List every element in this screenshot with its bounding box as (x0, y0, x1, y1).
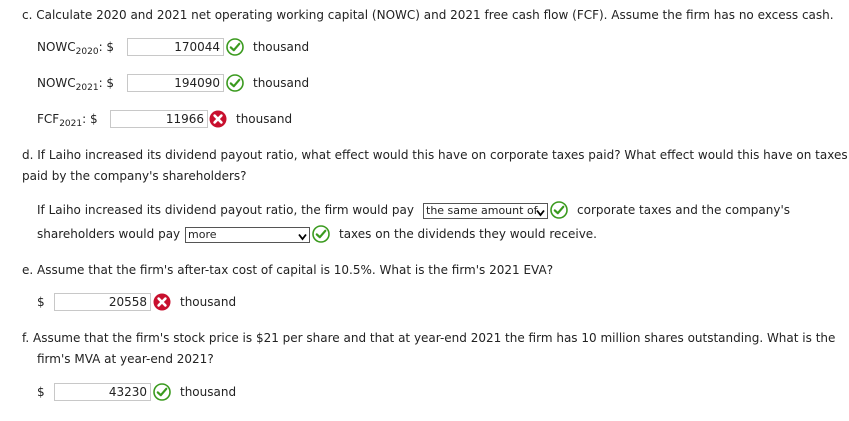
nowc-2020-input[interactable]: 170044 (127, 38, 224, 56)
chevron-down-icon (298, 231, 307, 245)
part-d-question: d. If Laiho increased its dividend payou… (22, 148, 848, 183)
part-f-question: f. Assume that the firm's stock price is… (22, 331, 836, 366)
nowc-2021-label: NOWC2021: $ (37, 76, 115, 93)
check-circle-icon (312, 225, 330, 243)
part-d-sentence-1: If Laiho increased its dividend payout r… (37, 203, 414, 217)
part-d-sentence-1-end: corporate taxes and the company's (577, 203, 791, 217)
part-d-sentence-2: shareholders would pay (37, 227, 181, 241)
eva-currency: $ (37, 295, 45, 309)
eva-unit: thousand (180, 295, 237, 309)
shareholder-taxes-select[interactable]: more (185, 227, 310, 243)
fcf-2021-label: FCF2021: $ (37, 112, 98, 129)
nowc-2021-unit: thousand (253, 76, 310, 90)
nowc-2021-input[interactable]: 194090 (127, 74, 224, 92)
chevron-down-icon (536, 207, 545, 221)
x-circle-icon (153, 293, 171, 311)
eva-input[interactable]: 20558 (54, 293, 151, 311)
nowc-2020-unit: thousand (253, 40, 310, 54)
check-circle-icon (226, 74, 244, 92)
x-circle-icon (209, 110, 227, 128)
nowc-2020-label: NOWC2020: $ (37, 40, 115, 57)
fcf-2021-input[interactable]: 11966 (110, 110, 208, 128)
check-circle-icon (226, 38, 244, 56)
mva-currency: $ (37, 385, 45, 399)
mva-input[interactable]: 43230 (54, 383, 151, 401)
part-e-question: e. Assume that the firm's after-tax cost… (22, 263, 554, 277)
fcf-2021-unit: thousand (236, 112, 293, 126)
check-circle-icon (550, 201, 568, 219)
mva-unit: thousand (180, 385, 237, 399)
corporate-taxes-select[interactable]: the same amount of (423, 203, 548, 219)
part-d-sentence-2-end: taxes on the dividends they would receiv… (339, 227, 597, 241)
check-circle-icon (153, 383, 171, 401)
part-c-question: c. Calculate 2020 and 2021 net operating… (22, 8, 834, 22)
